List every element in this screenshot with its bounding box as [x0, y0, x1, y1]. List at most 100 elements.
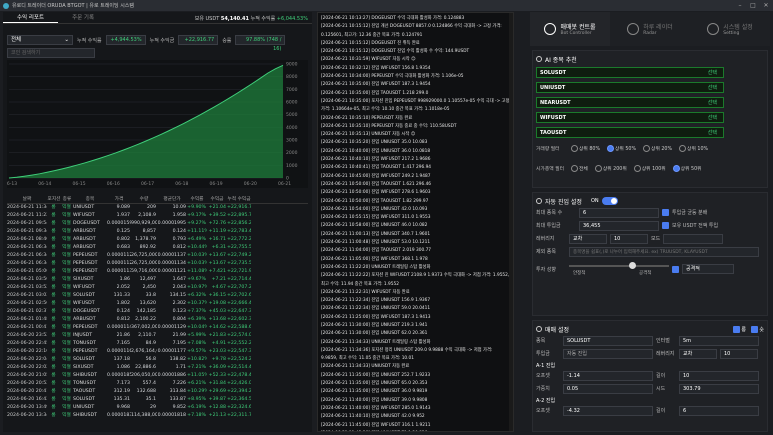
ai-recommend-item[interactable]: SOLUSDT 선택	[536, 67, 724, 78]
log-line: [2024-06-21 10:15:12] 진입 개선 DOGEUSDT 885…	[321, 24, 502, 38]
cap-opt-1[interactable]: 상위 200위	[594, 164, 627, 172]
long-checkbox[interactable]	[732, 325, 740, 333]
max-coin-count-input[interactable]: 6	[579, 207, 659, 218]
a2-length-input[interactable]: 6	[679, 405, 759, 416]
table-row[interactable]: 2024-06-20 20:41:44 롱 익절TAOUSDT 312.19 132.6…	[7, 388, 308, 396]
vol-opt-3[interactable]: 상위 10%	[679, 144, 708, 152]
tab-setting[interactable]: 시스템 설정 Setting	[690, 12, 770, 46]
table-row[interactable]: 2024-06-21 11:34:33 롱 익절UNIUSDT 9.089 209 10.…	[7, 204, 308, 212]
table-row[interactable]: 2024-06-21 03:56:31 롱 익절SIXUSDT 1.86 12,497 1…	[7, 276, 308, 284]
table-cell: 2024-06-21 06:34:23	[7, 261, 47, 266]
vol-opt-1[interactable]: 상위 50%	[607, 144, 636, 152]
close-icon[interactable]: ✕	[759, 0, 773, 11]
a1-weight-input[interactable]: 0.05	[563, 383, 653, 394]
table-row[interactable]: 2024-06-20 22:02:27 롱 익절SIXUSDT 1.086 22,886…	[7, 364, 308, 372]
table-cell: 1.958	[172, 213, 186, 218]
cap-opt-2[interactable]: 상위 100위	[633, 164, 666, 172]
table-row[interactable]: 2024-06-21 01:48:12 롱 익절ARBUSDT 0.812 2,100.…	[7, 316, 308, 324]
table-cell: 33.8	[145, 293, 156, 298]
trade-margin-select[interactable]: 교차	[679, 348, 717, 359]
table-row[interactable]: 2024-06-21 09:54:51 롱 익절DOGEUSDT 0.00001596…	[7, 220, 308, 228]
short-checkbox[interactable]	[750, 325, 758, 333]
tab-radar[interactable]: 하루 레이더 Radar	[610, 12, 690, 46]
exclude-coins-input[interactable]: 종목명을 쉼표(,)로 나누어 입력해주세요. ex) TRUUSDT, KLA…	[569, 246, 759, 257]
table-cell: 56.8	[145, 357, 156, 362]
table-cell: 익절	[62, 325, 71, 330]
table-row[interactable]: 2024-06-21 06:34:23 롱 익절PEPEUSDT 0.00001124…	[7, 252, 308, 260]
table-cell: +22,478.40	[227, 373, 251, 378]
table-cell: +72.76	[208, 221, 226, 226]
tendency-select[interactable]: 공격적	[682, 264, 734, 274]
table-cell: 21.99	[172, 333, 186, 338]
log-line: [2024-06-21 10:35:00] 진입 TAOUSDT 1.218 2…	[321, 90, 429, 96]
table-row[interactable]: 2024-06-21 06:34:24 롱 익절ARBUSDT 0.683 892.92…	[7, 244, 308, 252]
interval-select[interactable]: 5m	[679, 335, 759, 346]
vol-opt-2[interactable]: 상위 20%	[643, 144, 672, 152]
table-row[interactable]: 2024-06-21 02:37:20 롱 익절DOGEUSDT 0.124 142,1…	[7, 308, 308, 316]
vol-opt-0[interactable]: 상위 80%	[571, 144, 600, 152]
table-cell: 1.647	[172, 277, 186, 282]
trade-icon	[536, 326, 542, 332]
table-row[interactable]: 2024-06-20 22:04:45 롱 익절SOLUSDT 137.18 56.8 1…	[7, 356, 308, 364]
table-cell: SOLUSDT	[73, 293, 95, 298]
table-cell: 990,929,000	[131, 221, 157, 226]
table-row[interactable]: 2024-06-20 13:34:07 롱 익절SHIBUSDT 0.00001836…	[7, 412, 308, 420]
table-cell: +22,856.21	[227, 221, 251, 226]
tab-bot-controller[interactable]: 매매봇 컨트롤 Bot Controller	[530, 12, 610, 46]
table-cell: 2024-06-21 02:37:20	[7, 309, 47, 314]
minimize-icon[interactable]: –	[733, 0, 747, 11]
table-row[interactable]: 2024-06-21 00:41:51 롱 익절PEPEUSDT 0.00001142…	[7, 324, 308, 332]
table-row[interactable]: 2024-06-20 16:42:52 롱 익절SOLUSDT 135.31 35.1 1…	[7, 396, 308, 404]
table-row[interactable]: 2024-06-20 22:16:14 롱 익절PEPEUSDT 0.00001162…	[7, 348, 308, 356]
ai-recommend-item[interactable]: TAOUSDT 선택	[536, 127, 724, 138]
ai-recommend-item[interactable]: UNIUSDT 선택	[536, 82, 724, 93]
cap-opt-3[interactable]: 상위 50위	[672, 164, 702, 172]
table-row[interactable]: 2024-06-21 09:34:26 롱 익절ARBUSDT 0.125 8,857 0…	[7, 228, 308, 236]
a1-length-input[interactable]: 10	[679, 370, 759, 381]
tendency-slider[interactable]: 안정적 공격적	[569, 262, 669, 276]
table-row[interactable]: 2024-06-20 21:05:21 롱 익절SHIBUSDT 0.00001857…	[7, 372, 308, 380]
maximize-icon[interactable]: □	[746, 0, 760, 11]
table-row[interactable]: 2024-06-20 23:52:54 롱 익절INJUSDT 21.86 2,110.…	[7, 332, 308, 340]
a2-offset-input[interactable]: -4.32	[563, 405, 653, 416]
cap-opt-0[interactable]: 전체	[571, 164, 588, 172]
table-row[interactable]: 2024-06-20 13:49:06 롱 익절UNIUSDT 9.968 29 9.85…	[7, 404, 308, 412]
table-row[interactable]: 2024-06-21 08:46:22 롱 익절ARBUSDT 0.802 1,378.…	[7, 236, 308, 244]
leverage-input[interactable]: 10	[610, 233, 648, 244]
log-scrollbar[interactable]	[509, 13, 513, 431]
table-cell: 익절	[62, 373, 71, 378]
tab-order-history[interactable]: 주문 기록	[58, 12, 108, 23]
table-row[interactable]: 2024-06-21 06:34:23 롱 익절PEPEUSDT 0.00001124…	[7, 260, 308, 268]
coin-select[interactable]: 전체 ⌄	[7, 35, 73, 45]
table-cell: 2024-06-20 22:16:14	[7, 349, 47, 354]
table-row[interactable]: 2024-06-21 05:06:39 롱 익절PEPEUSDT 0.00001134…	[7, 268, 308, 276]
ai-recommend-item[interactable]: WIFUSDT 선택	[536, 112, 724, 123]
table-row[interactable]: 2024-06-21 02:56:07 롱 익절WIFUSDT 1.802 13,620…	[7, 300, 308, 308]
tab-profit-report[interactable]: 수익 리포트	[3, 12, 59, 23]
max-amount-input[interactable]: 36,455	[579, 220, 659, 231]
table-row[interactable]: 2024-06-21 03:52:18 롱 익절WIFUSDT 2.052 2,450 2…	[7, 284, 308, 292]
a1-offset-input[interactable]: -1.14	[563, 370, 653, 381]
symbol-select[interactable]: SOLUSDT	[563, 335, 653, 346]
table-cell: 롱	[51, 285, 56, 290]
table-cell: 2024-06-21 08:46:22	[7, 237, 47, 242]
trade-leverage-input[interactable]: 10	[720, 348, 758, 359]
table-row[interactable]: 2024-06-20 22:45:54 롱 익절TONUSDT 7.165 84.9 7.…	[7, 340, 308, 348]
use-all-checkbox[interactable]	[662, 222, 669, 229]
amount-input[interactable]: 자동 진입	[563, 348, 653, 359]
table-cell: +11.19	[208, 229, 226, 234]
coin-search-input[interactable]: 코인 검색하기	[7, 48, 95, 58]
table-cell: 익절	[62, 205, 71, 210]
margin-select[interactable]: 교차	[569, 233, 607, 244]
table-row[interactable]: 2024-06-21 11:22:31 롱 익절WIFUSDT 1.937 2,108.…	[7, 212, 308, 220]
aggressive-checkbox[interactable]	[672, 265, 679, 273]
auto-entry-toggle[interactable]	[601, 197, 618, 205]
split-checkbox[interactable]	[662, 209, 669, 216]
table-cell: 2024-06-21 03:56:31	[7, 277, 47, 282]
a1-seed-input[interactable]: 303.79	[679, 383, 759, 394]
table-cell: 7.173	[116, 381, 130, 386]
mode-select[interactable]	[663, 233, 724, 244]
table-row[interactable]: 2024-06-20 20:52:18 롱 익절TONUSDT 7.173 557.4 7…	[7, 380, 308, 388]
ai-recommend-item[interactable]: NEARUSDT 선택	[536, 97, 724, 108]
table-row[interactable]: 2024-06-21 03:03:48 롱 익절SOLUSDT 131.33 33.8 1…	[7, 292, 308, 300]
